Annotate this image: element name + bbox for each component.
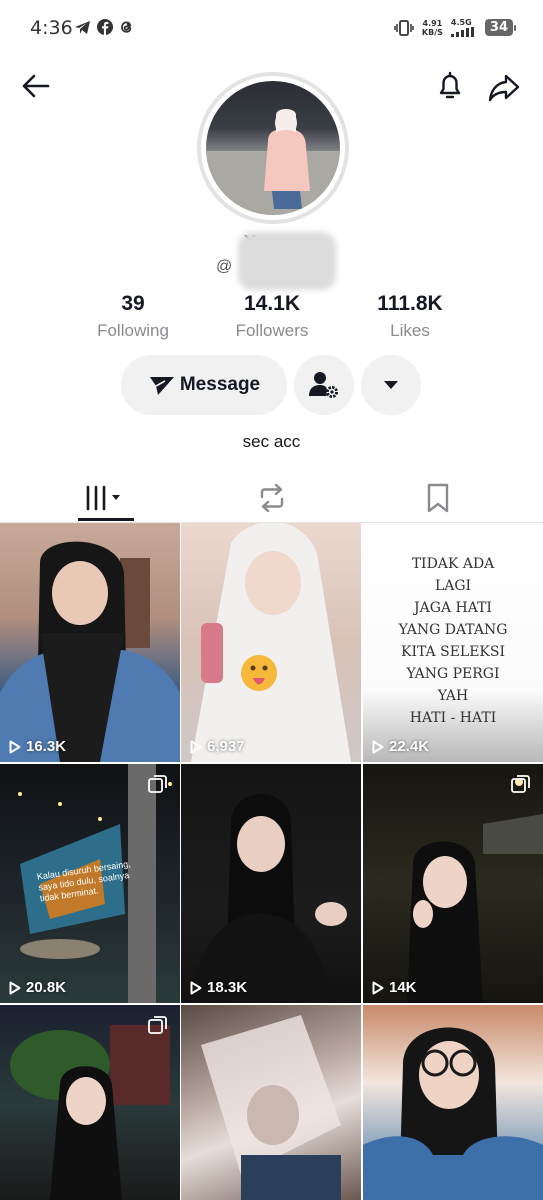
video-tile[interactable] xyxy=(181,1005,361,1200)
quote-line: HATI - HATI xyxy=(409,710,497,726)
view-count: 22.4K xyxy=(372,738,429,755)
video-thumbnail xyxy=(191,794,347,1003)
video-tile[interactable]: 6,937 xyxy=(181,523,361,762)
video-tile[interactable] xyxy=(0,1005,180,1200)
telegram-icon xyxy=(75,20,90,34)
video-thumbnail xyxy=(363,1027,543,1200)
video-tile[interactable] xyxy=(363,1005,543,1200)
view-count: 16.3K xyxy=(9,738,66,755)
cell-signal: 4.5G xyxy=(450,18,477,37)
network-type: 4.5G xyxy=(450,18,472,27)
likes-label: Likes xyxy=(390,321,430,340)
following-count: 39 xyxy=(121,292,145,315)
video-thumbnail xyxy=(191,523,351,762)
play-icon xyxy=(372,981,384,994)
view-count: 18.3K xyxy=(190,979,247,996)
quote-line: YANG DATANG xyxy=(398,622,508,638)
status-bar: 4:36 4.91 KB/S 4.5G 34 xyxy=(0,0,543,60)
view-count-value: 6,937 xyxy=(207,738,245,755)
message-button[interactable]: Message xyxy=(121,355,287,415)
redacted-username-blur xyxy=(238,232,336,290)
more-options-button[interactable] xyxy=(361,355,421,415)
view-count: 20.8K xyxy=(9,979,66,996)
net-speed-unit: KB/S xyxy=(421,27,443,37)
signal-bars-icon xyxy=(450,27,474,37)
tab-favorites[interactable] xyxy=(347,474,528,522)
following-label: Following xyxy=(97,321,169,340)
net-speed-value: 4.91 xyxy=(422,18,443,28)
threads-icon xyxy=(121,21,132,33)
quote-line: YANG PERGI xyxy=(406,666,500,682)
repost-icon xyxy=(260,483,283,513)
quote-line: YAH xyxy=(437,688,469,704)
followers-label: Followers xyxy=(235,321,309,340)
followers-count: 14.1K xyxy=(243,292,301,315)
video-tile[interactable]: 14K xyxy=(363,764,543,1003)
video-tile[interactable]: TIDAK ADA LAGI JAGA HATI YANG DATANG KIT… xyxy=(363,523,543,762)
system-indicators: 4.91 KB/S 4.5G 34 xyxy=(394,18,517,37)
followers-stat[interactable]: 14.1K Followers xyxy=(222,292,322,341)
active-tab-indicator xyxy=(78,518,134,521)
quote-line: TIDAK ADA xyxy=(411,556,495,572)
profile-bio: sec acc xyxy=(242,432,301,451)
tab-reposts[interactable] xyxy=(181,474,362,522)
arrow-left-icon xyxy=(22,74,50,98)
tab-videos[interactable] xyxy=(15,474,196,522)
play-icon xyxy=(9,981,21,994)
handle-prefix: @ xyxy=(216,258,233,275)
likes-stat: 111.8K Likes xyxy=(360,292,460,341)
video-tile[interactable]: Kalau disuruh bersaing, saya tido dulu, … xyxy=(0,764,180,1003)
facebook-icon xyxy=(97,19,113,35)
message-button-label: Message xyxy=(179,374,261,395)
photo-carousel-icon xyxy=(511,775,530,793)
share-arrow-icon xyxy=(488,74,520,102)
video-thumbnail xyxy=(407,778,543,1003)
bell-icon xyxy=(439,71,461,99)
battery-indicator: 34 xyxy=(484,19,517,36)
view-count-value: 20.8K xyxy=(26,979,67,996)
view-count: 14K xyxy=(372,979,417,996)
caret-down-icon xyxy=(384,381,398,389)
net-speed: 4.91 KB/S xyxy=(422,19,443,37)
avatar-figure xyxy=(206,109,340,215)
share-button[interactable] xyxy=(485,68,523,106)
view-count-value: 22.4K xyxy=(389,738,430,755)
view-count-value: 14K xyxy=(389,979,417,996)
view-count: 6,937 xyxy=(190,738,245,755)
videos-grid-icon xyxy=(86,485,120,511)
status-time: 4:36 xyxy=(30,17,73,39)
avatar[interactable] xyxy=(197,72,349,224)
play-icon xyxy=(9,740,21,753)
likes-count: 111.8K xyxy=(377,292,443,315)
video-tile[interactable]: 16.3K xyxy=(0,523,180,762)
follow-settings-button[interactable] xyxy=(294,355,354,415)
quote-line: JAGA HATI xyxy=(414,600,492,616)
quote-line: KITA SELEKSI xyxy=(400,644,506,660)
video-tile[interactable]: 18.3K xyxy=(181,764,361,1003)
play-icon xyxy=(372,740,384,753)
view-count-value: 16.3K xyxy=(26,738,67,755)
photo-carousel-icon xyxy=(148,775,167,793)
video-thumbnail xyxy=(0,541,180,762)
notification-icons xyxy=(74,19,134,35)
photo-carousel-icon xyxy=(148,1016,167,1034)
quote-text: TIDAK ADA LAGI JAGA HATI YANG DATANG KIT… xyxy=(363,553,543,729)
bookmark-icon xyxy=(427,483,448,513)
notification-bell-button[interactable] xyxy=(432,68,468,104)
play-icon xyxy=(190,740,202,753)
video-thumbnail xyxy=(201,1015,341,1200)
play-icon xyxy=(190,981,202,994)
back-button[interactable] xyxy=(18,68,54,104)
quote-line: LAGI xyxy=(434,578,472,594)
view-count-value: 18.3K xyxy=(207,979,248,996)
vibrate-icon xyxy=(394,19,414,36)
user-settings-icon xyxy=(309,372,338,398)
send-icon xyxy=(149,377,174,395)
avatar-photo xyxy=(206,81,340,215)
following-stat[interactable]: 39 Following xyxy=(83,292,183,341)
